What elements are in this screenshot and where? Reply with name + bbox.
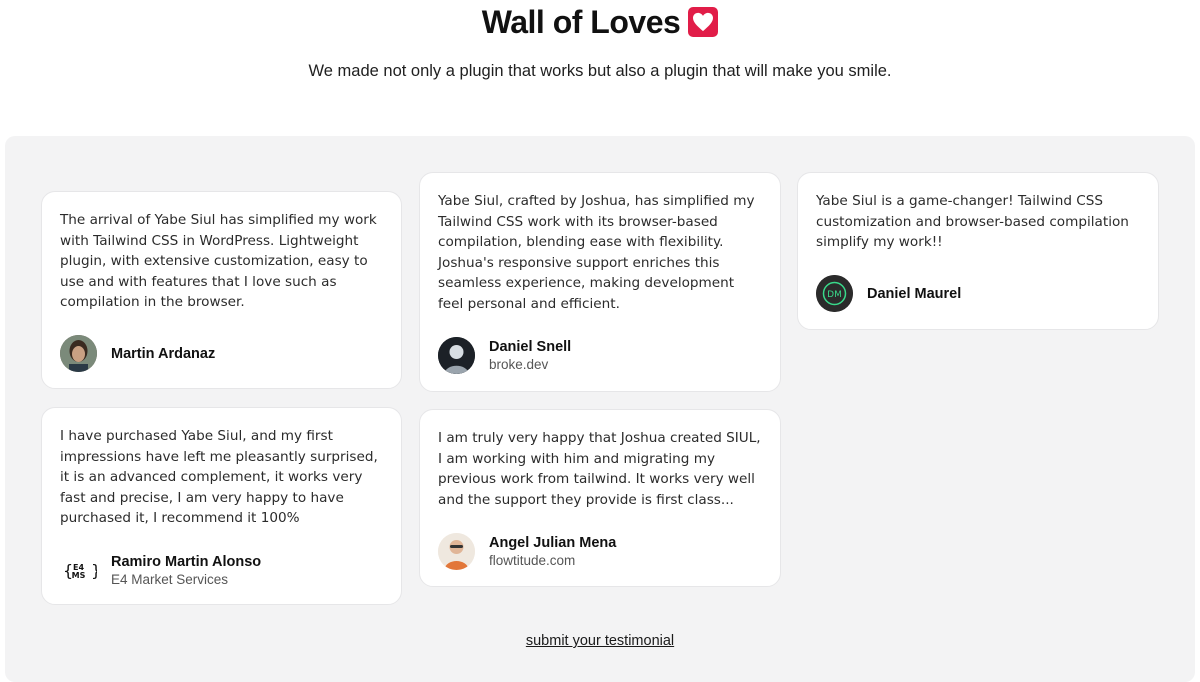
submit-testimonial-link[interactable]: submit your testimonial (526, 633, 674, 649)
author-subtitle: broke.dev (489, 356, 549, 372)
author-info: Ramiro Martin Alonso E4 Market Services (111, 553, 261, 589)
testimonial-quote: I am truly very happy that Joshua create… (438, 430, 761, 508)
avatar (438, 337, 475, 374)
page-title: Wall of Loves (0, 2, 1200, 42)
testimonial-quote: Yabe Siul, crafted by Joshua, has simpli… (438, 193, 755, 312)
avatar: DM (816, 275, 853, 312)
page-subtitle: We made not only a plugin that works but… (308, 62, 892, 80)
submit-testimonial: submit your testimonial (0, 632, 1200, 650)
heart-icon (688, 7, 719, 37)
testimonial-author: Angel Julian Mena flowtitude.com (438, 533, 616, 570)
testimonial-author: { } E4 MS Ramiro Martin Alonso E4 Market… (60, 552, 261, 589)
author-name: Ramiro Martin Alonso (111, 553, 262, 570)
testimonial-card: I have purchased Yabe Siul, and my first… (41, 407, 402, 605)
author-info: Daniel Snell broke.dev (489, 338, 571, 374)
author-name: Daniel Snell (489, 338, 572, 355)
logo-text-bottom: MS (72, 571, 86, 580)
company-logo: { } E4 MS (60, 552, 97, 589)
author-info: Angel Julian Mena flowtitude.com (489, 534, 616, 570)
testimonial-card: The arrival of Yabe Siul has simplified … (41, 191, 402, 389)
author-name: Angel Julian Mena (489, 534, 617, 551)
author-name: Daniel Maurel (867, 285, 962, 302)
page-title-text: Wall of Loves (481, 3, 681, 40)
author-subtitle: flowtitude.com (489, 552, 576, 568)
testimonial-author: Daniel Snell broke.dev (438, 337, 571, 374)
testimonial-quote: Yabe Siul is a game-changer! Tailwind CS… (816, 193, 1129, 251)
svg-text:}: } (91, 561, 97, 580)
testimonial-card: Yabe Siul is a game-changer! Tailwind CS… (797, 172, 1159, 330)
testimonial-quote: I have purchased Yabe Siul, and my first… (60, 428, 378, 527)
testimonial-author: Martin Ardanaz (60, 335, 215, 372)
avatar (438, 533, 475, 570)
testimonial-quote: The arrival of Yabe Siul has simplified … (60, 212, 377, 311)
testimonial-card: I am truly very happy that Joshua create… (419, 409, 781, 587)
avatar-initials: DM (827, 290, 842, 300)
author-subtitle: E4 Market Services (111, 571, 229, 587)
avatar (60, 335, 97, 372)
author-name: Martin Ardanaz (111, 345, 216, 362)
testimonial-author: DM Daniel Maurel (816, 275, 961, 312)
testimonial-card: Yabe Siul, crafted by Joshua, has simpli… (419, 172, 781, 392)
